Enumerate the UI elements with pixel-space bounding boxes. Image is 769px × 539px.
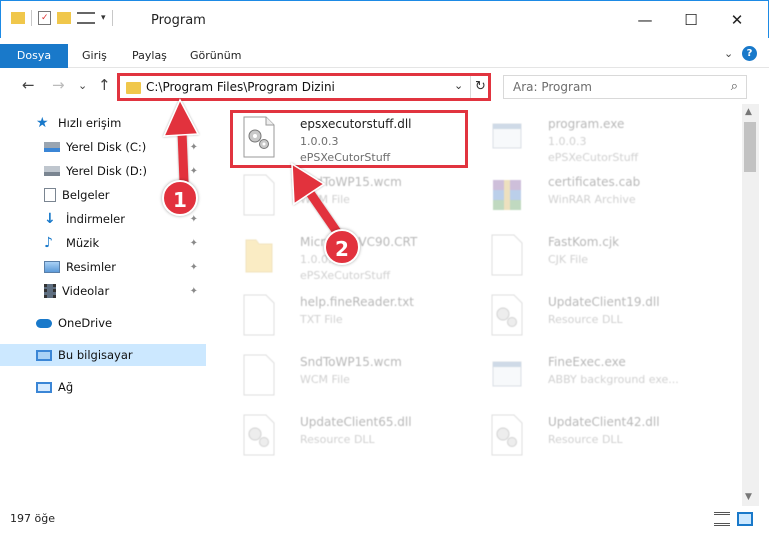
arrow-to-file [291, 162, 342, 237]
step-callout-1: 1 [162, 180, 198, 216]
step-callout-2: 2 [324, 229, 360, 265]
arrow-to-address-bar [162, 98, 200, 187]
annotation-arrows [162, 98, 342, 237]
